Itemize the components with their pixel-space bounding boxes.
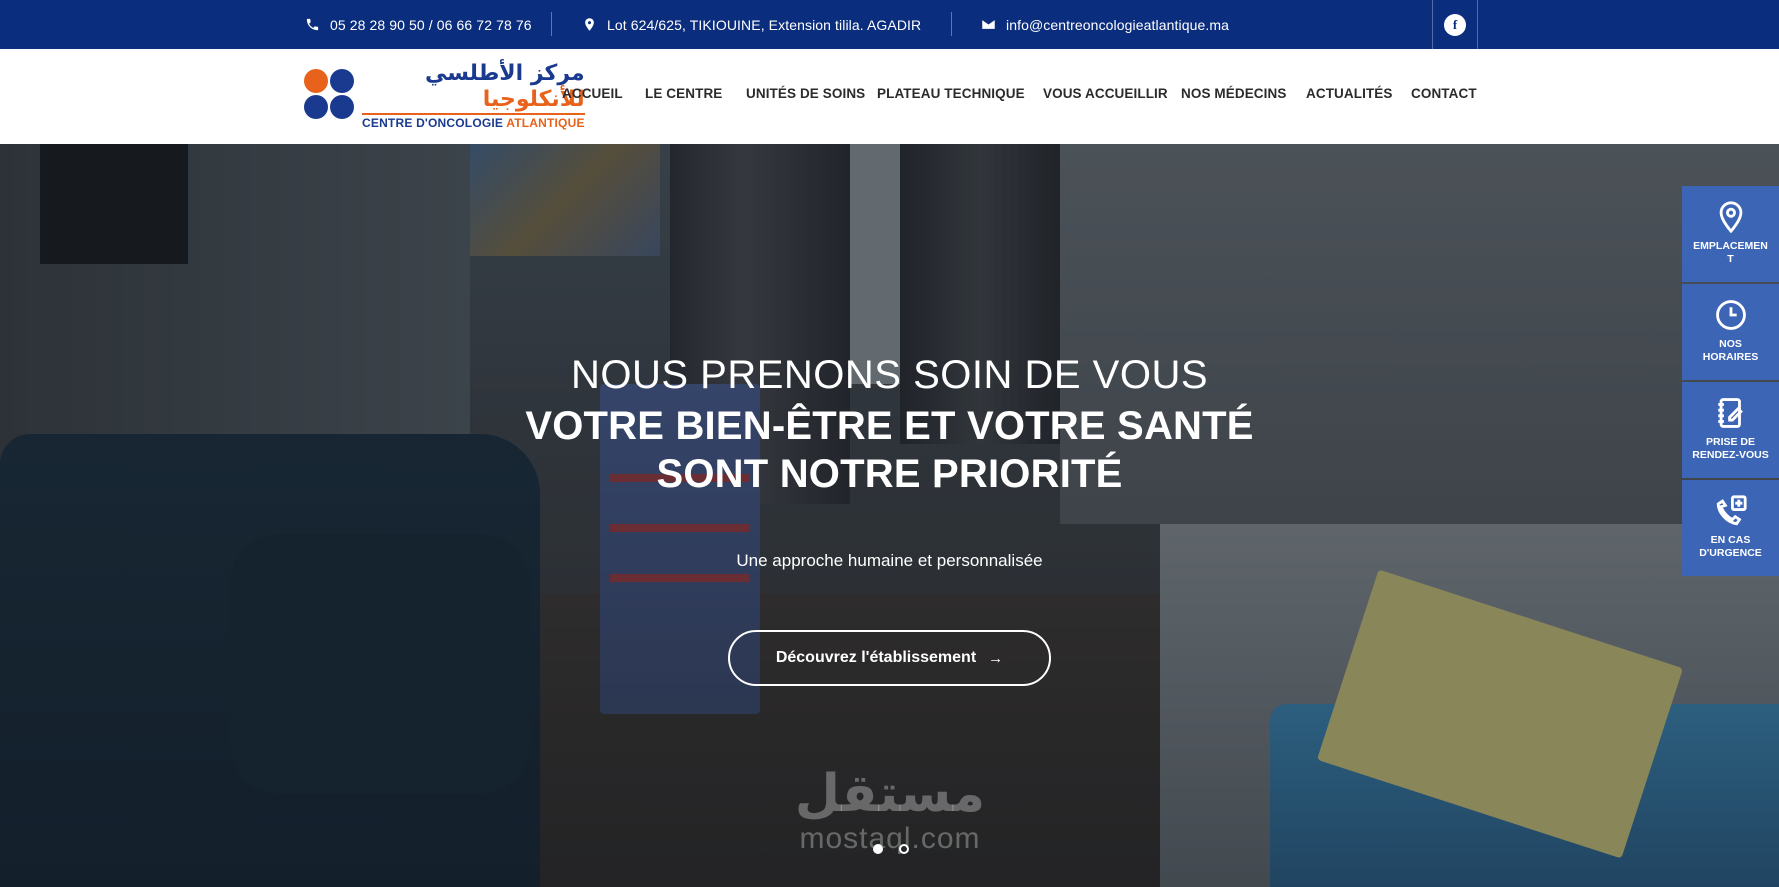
email-text: info@centreoncologieatlantique.ma (1006, 16, 1229, 33)
arrow-right-icon: → (988, 649, 1004, 667)
facebook-link[interactable]: f (1432, 0, 1478, 49)
logo-petal (330, 95, 354, 119)
logo-french: CENTRE D'ONCOLOGIE ATLANTIQUE (362, 112, 585, 130)
hero-title-line3: SONT NOTRE PRIORITÉ (656, 452, 1123, 496)
side-item-urgence[interactable]: EN CAS D'URGENCE (1682, 480, 1779, 576)
watermark: مستقل mostaql.com (780, 764, 1000, 854)
main-header: مركز الأطلسي للأنكلوجيا CENTRE D'ONCOLOG… (0, 49, 1779, 144)
address-info[interactable]: Lot 624/625, TIKIOUINE, Extension tilila… (582, 0, 921, 49)
watermark-arabic: مستقل (794, 764, 986, 824)
phone-text: 05 28 28 90 50 / 06 66 72 78 76 (330, 16, 532, 33)
logo-arabic-part1: مركز الأطلسي (424, 60, 585, 86)
side-item-label: EMPLACEMENT (1693, 240, 1768, 265)
slider-pagination (873, 844, 909, 854)
logo-petal (304, 95, 328, 119)
side-item-emplacement[interactable]: EMPLACEMENT (1682, 186, 1779, 282)
emergency-phone-icon (1716, 495, 1747, 526)
address-text: Lot 624/625, TIKIOUINE, Extension tilila… (607, 16, 922, 33)
slider-dot-1[interactable] (873, 844, 883, 854)
nav-item-actualites[interactable]: ACTUALITÉS (1306, 86, 1393, 101)
appointment-notebook-icon (1717, 398, 1743, 428)
side-item-label: PRISE DE RENDEZ-VOUS (1692, 436, 1769, 461)
hero-title-line1: NOUS PRENONS SOIN DE VOUS (570, 353, 1209, 397)
slider-dot-2[interactable] (899, 844, 909, 854)
facebook-icon: f (1444, 13, 1466, 36)
side-quick-panel: EMPLACEMENT NOS HORAIRES PRISE DE RENDEZ… (1682, 186, 1779, 578)
logo-french-part2: ATLANTIQUE (506, 115, 585, 130)
nav-item-vous-accueillir[interactable]: VOUS ACCUEILLIR (1043, 86, 1168, 101)
email-info[interactable]: info@centreoncologieatlantique.ma (981, 0, 1229, 49)
nav-item-accueil[interactable]: ACCUEIL (562, 86, 623, 101)
logo-petal (304, 69, 328, 93)
logo-wordmark: مركز الأطلسي للأنكلوجيا CENTRE D'ONCOLOG… (362, 61, 585, 130)
logo-flower-icon (304, 69, 356, 121)
phone-icon (306, 18, 319, 31)
nav-item-plateau-technique[interactable]: PLATEAU TECHNIQUE (877, 86, 1025, 101)
side-item-horaires[interactable]: NOS HORAIRES (1682, 284, 1779, 380)
hero-title-line2: VOTRE BIEN-ÊTRE ET VOTRE SANTÉ (525, 404, 1254, 448)
phone-info[interactable]: 05 28 28 90 50 / 06 66 72 78 76 (305, 0, 532, 49)
side-item-rendez-vous[interactable]: PRISE DE RENDEZ-VOUS (1682, 382, 1779, 478)
location-pin-icon (1719, 201, 1742, 234)
clock-icon (1715, 300, 1746, 330)
nav-item-contact[interactable]: CONTACT (1411, 86, 1477, 101)
nav-item-unites-de-soins[interactable]: UNITÉS DE SOINS (746, 86, 865, 101)
discover-button-label: Découvrez l'établissement (775, 649, 977, 666)
logo-french-part1: CENTRE D'ONCOLOGIE (362, 115, 507, 130)
nav-item-nos-medecins[interactable]: NOS MÉDECINS (1181, 86, 1286, 101)
divider (951, 12, 952, 36)
map-marker-icon (585, 18, 594, 31)
envelope-icon (982, 20, 995, 29)
nav-item-le-centre[interactable]: LE CENTRE (645, 86, 722, 101)
discover-button[interactable]: Découvrez l'établissement → (728, 630, 1051, 686)
logo-petal (330, 69, 354, 93)
top-info-bar: 05 28 28 90 50 / 06 66 72 78 76 Lot 624/… (0, 0, 1779, 49)
site-logo[interactable]: مركز الأطلسي للأنكلوجيا CENTRE D'ONCOLOG… (304, 61, 585, 130)
divider (551, 12, 552, 36)
hero-slider: NOUS PRENONS SOIN DE VOUS VOTRE BIEN-ÊTR… (0, 144, 1779, 887)
side-item-label: EN CAS D'URGENCE (1699, 534, 1762, 559)
side-item-label: NOS HORAIRES (1702, 338, 1759, 363)
logo-arabic: مركز الأطلسي للأنكلوجيا (362, 61, 585, 113)
hero-subtitle: Une approche humaine et personnalisée (736, 551, 1043, 570)
